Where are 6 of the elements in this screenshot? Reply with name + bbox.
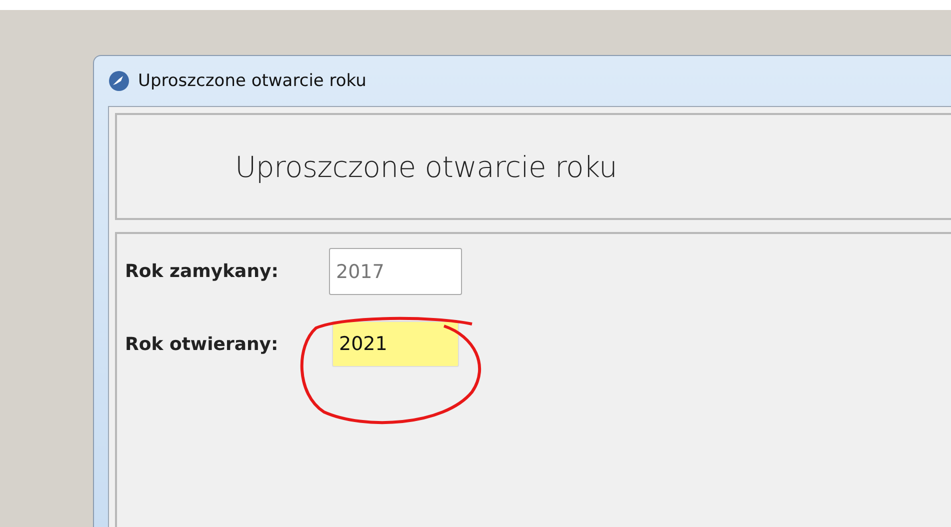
field-label: Rok zamykany: (125, 261, 280, 282)
year-field[interactable]: 2021 (332, 321, 459, 367)
field-label: Rok otwierany: (125, 334, 280, 354)
dialog-heading: Uproszczone otwarcie roku (235, 150, 618, 184)
app-icon (108, 70, 130, 92)
window-title: Uproszczone otwarcie roku (138, 71, 366, 91)
